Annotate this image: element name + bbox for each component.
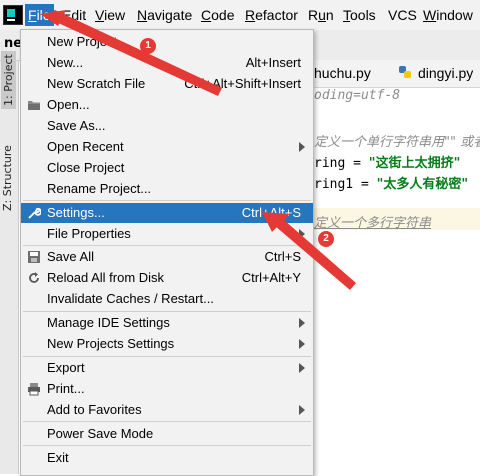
menu-separator (23, 245, 311, 246)
menu-item-add-to-favorites[interactable]: Add to Favorites (21, 400, 313, 420)
menu-separator (23, 200, 311, 201)
save-icon (28, 251, 40, 263)
structure-tool-button[interactable]: Z: Structure (1, 145, 14, 211)
menu-item-manage-ide-settings[interactable]: Manage IDE Settings (21, 313, 313, 333)
menu-item-save-all[interactable]: Save All Ctrl+S (21, 247, 313, 267)
menu-item-file-properties[interactable]: File Properties (21, 224, 313, 244)
menu-item-power-save-mode[interactable]: Power Save Mode (21, 424, 313, 444)
folder-icon (28, 101, 40, 110)
menu-item-exit[interactable]: Exit (21, 448, 313, 468)
project-tool-button[interactable]: 1: Project (1, 51, 16, 109)
python-file-icon (399, 66, 411, 78)
submenu-arrow-icon (299, 405, 305, 415)
menu-item-invalidate-caches[interactable]: Invalidate Caches / Restart... (21, 289, 313, 309)
submenu-arrow-icon (299, 142, 305, 152)
submenu-arrow-icon (299, 318, 305, 328)
menu-file[interactable]: File (25, 4, 54, 26)
annotation-badge-1: 1 (140, 38, 156, 54)
code-line-string1: ring1 = "太多人有秘密" (314, 177, 469, 192)
submenu-arrow-icon (299, 229, 305, 239)
menu-item-save-as[interactable]: Save As... (21, 116, 313, 136)
menu-item-reload-all[interactable]: Reload All from Disk Ctrl+Alt+Y (21, 268, 313, 288)
submenu-arrow-icon (299, 339, 305, 349)
menu-item-new-project[interactable]: New Project... (21, 32, 313, 52)
menu-code[interactable]: Code (198, 4, 237, 26)
reload-icon (29, 272, 39, 283)
menu-item-print[interactable]: Print... (21, 379, 313, 399)
code-line-comment-1: 定义一个单行字符串用"" 或者 (314, 135, 480, 150)
menu-navigate[interactable]: Navigate (134, 4, 195, 26)
menu-window[interactable]: Window (420, 4, 476, 26)
file-menu-dropdown: New Project... New... Alt+Insert New Scra… (20, 29, 314, 476)
menu-tools[interactable]: Tools (340, 4, 379, 26)
menu-bar: File Edit View Navigate Code Refactor Ru… (0, 0, 480, 31)
menu-item-new[interactable]: New... Alt+Insert (21, 53, 313, 73)
menu-view[interactable]: View (92, 4, 128, 26)
tab-dingyi-py[interactable]: dingyi.py (418, 60, 473, 86)
menu-item-settings[interactable]: Settings... Ctrl+Alt+S (21, 203, 313, 223)
menu-item-export[interactable]: Export (21, 358, 313, 378)
submenu-arrow-icon (299, 363, 305, 373)
menu-separator (23, 311, 311, 312)
menu-separator (23, 445, 311, 446)
print-icon (28, 383, 40, 396)
menu-item-close-project[interactable]: Close Project (21, 158, 313, 178)
code-line-encoding: oding=utf-8 (314, 88, 401, 103)
annotation-badge-2: 2 (318, 231, 334, 247)
menu-item-open[interactable]: Open... (21, 95, 313, 115)
menu-item-rename-project[interactable]: Rename Project... (21, 179, 313, 199)
menu-separator (23, 356, 311, 357)
tab-huchu-py[interactable]: huchu.py (314, 60, 371, 86)
code-line-comment-2: 定义一个多行字符串 (314, 216, 432, 231)
menu-separator (23, 421, 311, 422)
code-line-string: ring = "这街上太拥挤" (314, 156, 461, 171)
menu-item-open-recent[interactable]: Open Recent (21, 137, 313, 157)
menu-refactor[interactable]: Refactor (242, 4, 301, 26)
menu-item-new-scratch-file[interactable]: New Scratch File Ctrl+Alt+Shift+Insert (21, 74, 313, 94)
menu-edit[interactable]: Edit (59, 4, 89, 26)
wrench-icon (28, 207, 41, 219)
menu-item-new-projects-settings[interactable]: New Projects Settings (21, 334, 313, 354)
menu-vcs[interactable]: VCS (385, 4, 420, 26)
pycharm-logo-icon (3, 5, 23, 25)
tool-window-strip: 1: Project Z: Structure (0, 51, 19, 474)
menu-run[interactable]: Run (305, 4, 337, 26)
